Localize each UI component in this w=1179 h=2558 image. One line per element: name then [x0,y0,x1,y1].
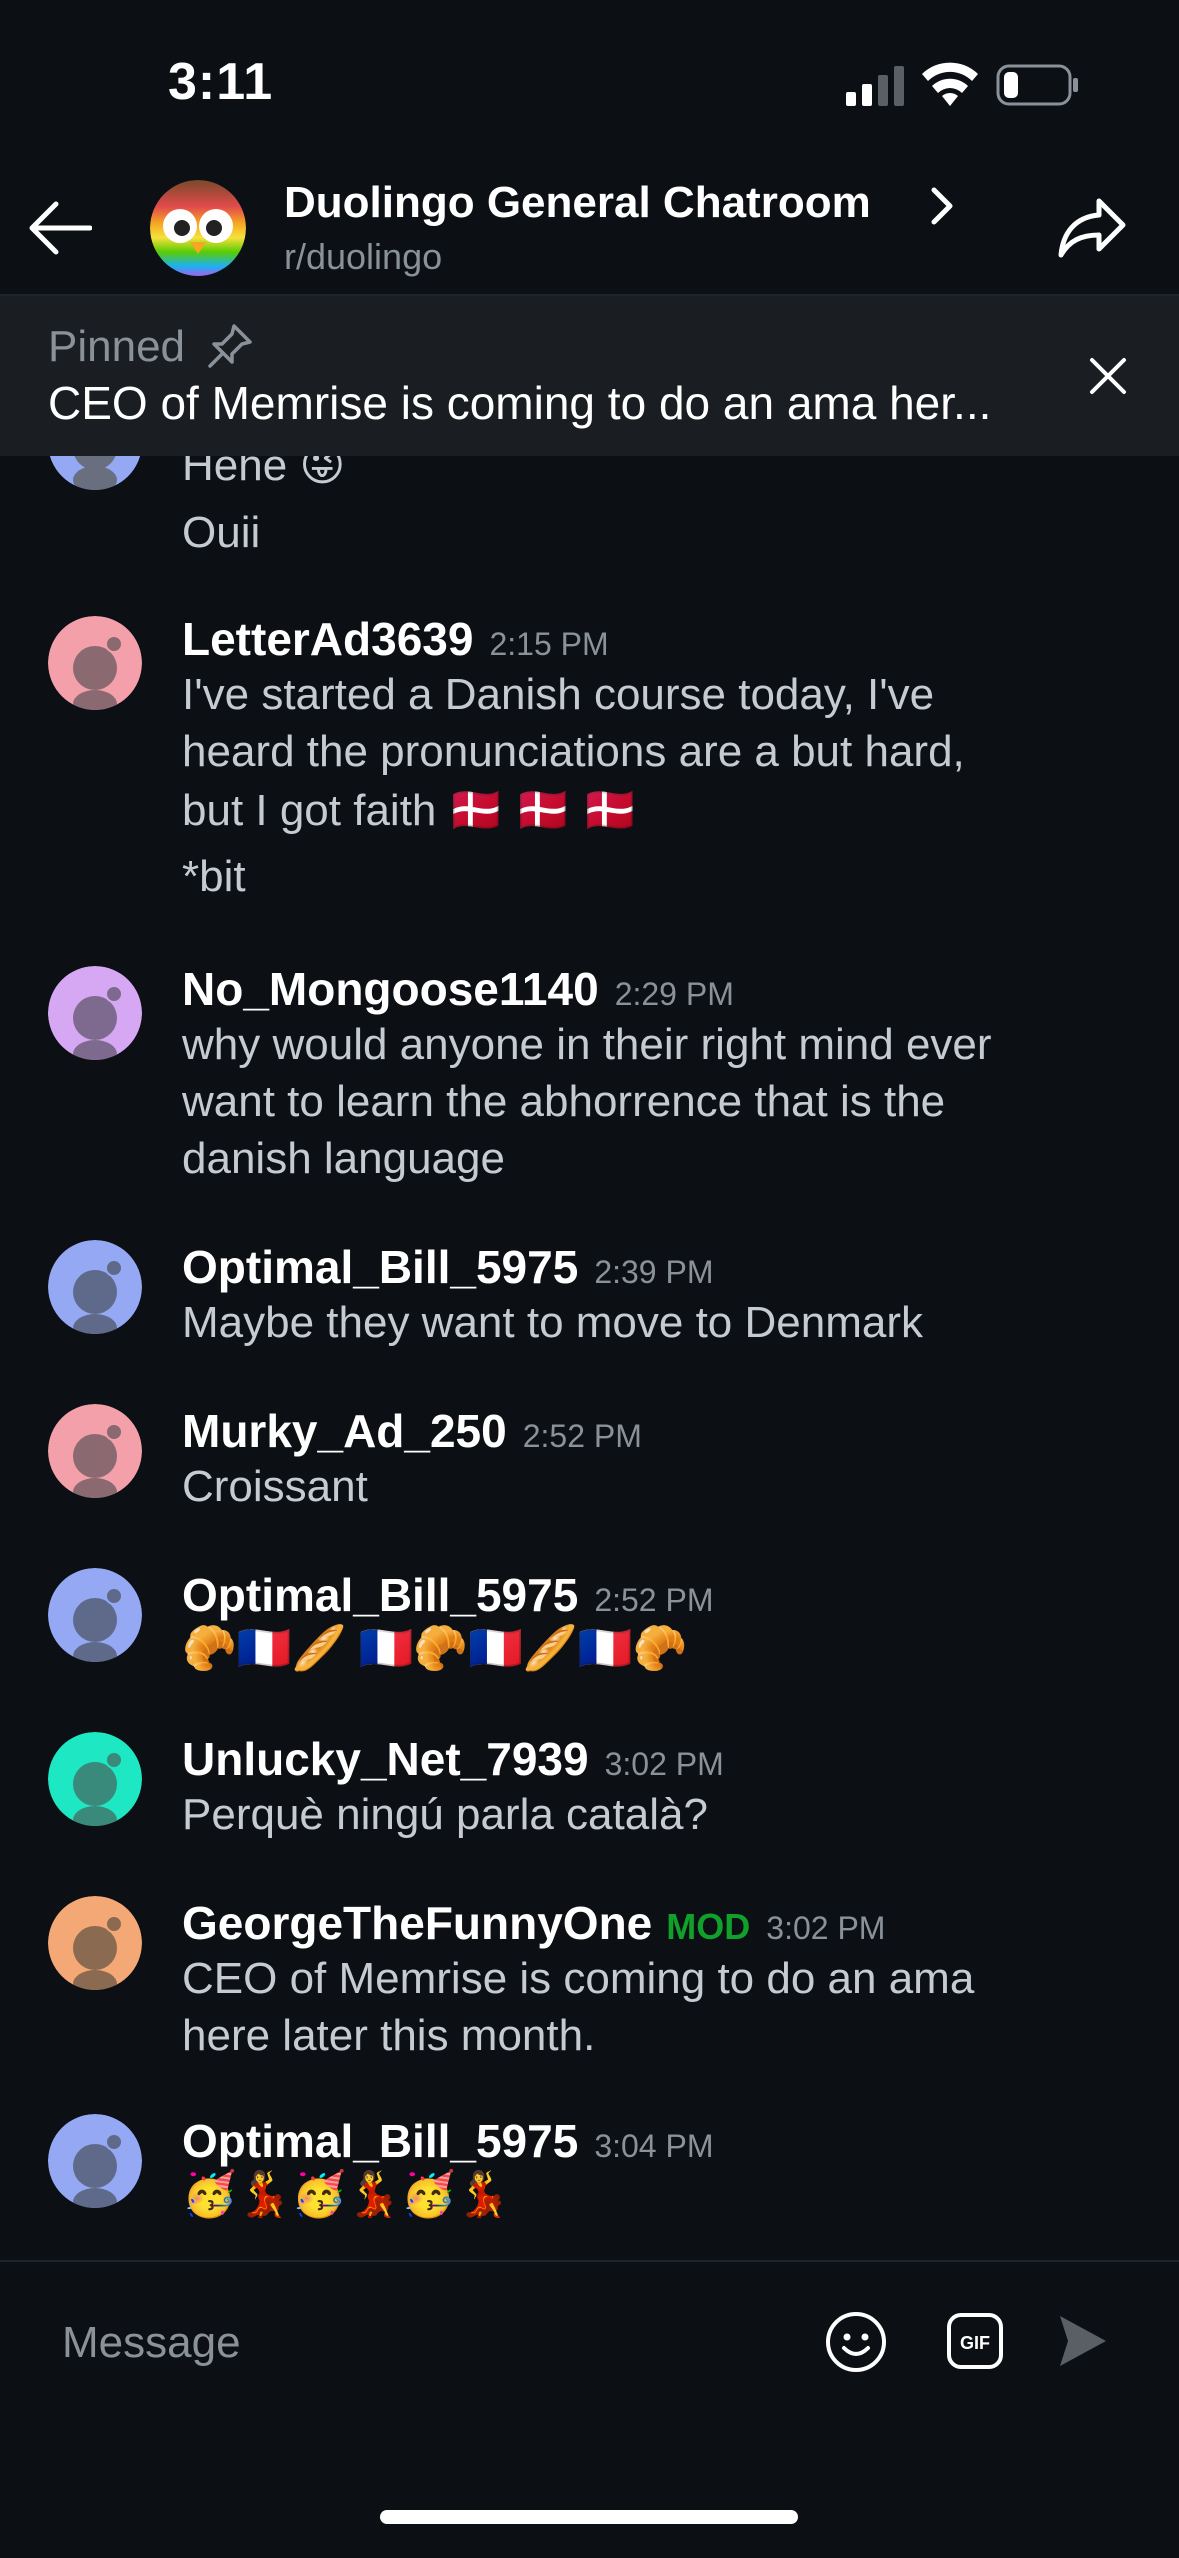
message-timestamp: 3:04 PM [594,2128,714,2164]
message-text: I've started a Danish course today, I've [182,670,935,719]
battery-icon [996,64,1078,106]
snoo-avatar-icon [48,616,142,710]
user-avatar[interactable] [48,1404,142,1498]
snoo-avatar-icon [49,456,141,490]
username-text: Optimal_Bill_5975 [182,1241,579,1293]
username-text: LetterAd3639 [182,613,474,665]
user-avatar[interactable] [48,966,142,1060]
mod-badge: MOD [666,1906,751,1947]
message-text: *bit [182,852,246,901]
share-icon [1058,198,1126,258]
message-text: but I got faith 🇩🇰 🇩🇰 🇩🇰 [182,786,638,835]
message-text: Ouii [182,508,261,557]
back-button[interactable] [22,190,98,266]
cellular-signal-icon [846,66,904,106]
snoo-avatar-icon [48,1404,142,1498]
svg-text:GIF: GIF [960,2333,990,2353]
pinned-close-button[interactable] [1080,348,1136,404]
username-text: GeorgeTheFunnyOne [182,1897,653,1949]
message-text: Maybe they want to move to Denmark [182,1298,923,1347]
user-avatar[interactable] [48,1240,142,1334]
username-text: No_Mongoose1140 [182,963,599,1015]
emoji-icon[interactable] [824,2310,888,2374]
chat-title[interactable]: Duolingo General Chatroom [284,178,871,228]
wifi-icon [922,62,978,106]
snoo-avatar-icon [48,1240,142,1334]
message-username[interactable]: Optimal_Bill_5975 3:04 PM [182,2114,713,2168]
gif-icon: GIF [947,2313,1003,2369]
message-username[interactable]: No_Mongoose1140 2:29 PM [182,962,734,1016]
pinned-banner[interactable]: Pinned CEO of Memrise is coming to do an… [0,296,1179,456]
message-text: 🥳💃🥳💃🥳💃 [182,2170,511,2219]
message-input[interactable] [60,2302,764,2384]
snoo-avatar-icon [48,1568,142,1662]
message-timestamp: 2:39 PM [594,1254,714,1290]
chevron-right-icon[interactable] [924,184,960,228]
message-text: here later this month. [182,2011,596,2060]
gif-button[interactable]: GIF [946,2312,1004,2370]
pinned-message-text: CEO of Memrise is coming to do an ama he… [48,377,992,429]
message-text: Hehe 😜 [182,456,346,490]
username-text: Optimal_Bill_5975 [182,1569,579,1621]
message-timestamp: 2:52 PM [594,1582,714,1618]
chat-header: Duolingo General Chatroom r/duolingo [0,170,1179,296]
message-text: want to learn the abhorrence that is the [182,1077,946,1126]
subreddit-name[interactable]: r/duolingo [284,236,442,278]
share-button[interactable] [1052,190,1132,266]
message-username[interactable]: Murky_Ad_250 2:52 PM [182,1404,642,1458]
message-text: Croissant [182,1462,368,1511]
user-avatar[interactable] [48,1896,142,1990]
snoo-avatar-icon [48,1732,142,1826]
username-text: Optimal_Bill_5975 [182,2115,579,2167]
snoo-avatar-icon [48,966,142,1060]
message-text: why would anyone in their right mind eve… [182,1020,992,1069]
status-bar: 3:11 [0,0,1179,170]
username-text: Murky_Ad_250 [182,1405,507,1457]
user-avatar[interactable] [48,2114,142,2208]
snoo-avatar-icon [48,1896,142,1990]
user-avatar[interactable] [48,616,142,710]
pinned-label: Pinned [48,322,186,371]
message-timestamp: 3:02 PM [766,1910,886,1946]
message-username[interactable]: Unlucky_Net_7939 3:02 PM [182,1732,724,1786]
user-avatar[interactable] [48,1732,142,1826]
message-timestamp: 2:52 PM [522,1418,642,1454]
message-username[interactable]: GeorgeTheFunnyOne MOD 3:02 PM [182,1896,885,1950]
message-list[interactable]: Hehe 😜 Ouii LetterAd3639 2:15 PM I've sta… [0,456,1179,2260]
close-icon [1090,358,1126,394]
home-indicator [380,2510,798,2524]
message-username[interactable]: LetterAd3639 2:15 PM [182,612,609,666]
message-timestamp: 2:29 PM [614,976,734,1012]
send-icon[interactable] [1056,2312,1110,2370]
message-username[interactable]: Optimal_Bill_5975 2:52 PM [182,1568,713,1622]
message-timestamp: 2:15 PM [489,626,609,662]
duolingo-owl-icon [150,180,246,276]
username-text: Unlucky_Net_7939 [182,1733,589,1785]
user-avatar[interactable] [48,1568,142,1662]
message-username[interactable]: Optimal_Bill_5975 2:39 PM [182,1240,713,1294]
message-text: heard the pronunciations are a but hard, [182,727,965,776]
snoo-avatar-icon [48,2114,142,2208]
message-text: danish language [182,1134,505,1183]
message-text: 🥐🇫🇷🥖 🇫🇷🥐🇫🇷🥖🇫🇷🥐 [182,1624,688,1673]
message-timestamp: 3:02 PM [604,1746,724,1782]
status-time: 3:11 [168,53,274,111]
message-text: Perquè ningú parla català? [182,1790,708,1839]
subreddit-avatar[interactable] [150,180,246,276]
arrow-left-icon [29,201,92,255]
user-avatar[interactable] [48,456,142,490]
message-text: CEO of Memrise is coming to do an ama [182,1954,975,2003]
pin-icon [208,324,252,368]
